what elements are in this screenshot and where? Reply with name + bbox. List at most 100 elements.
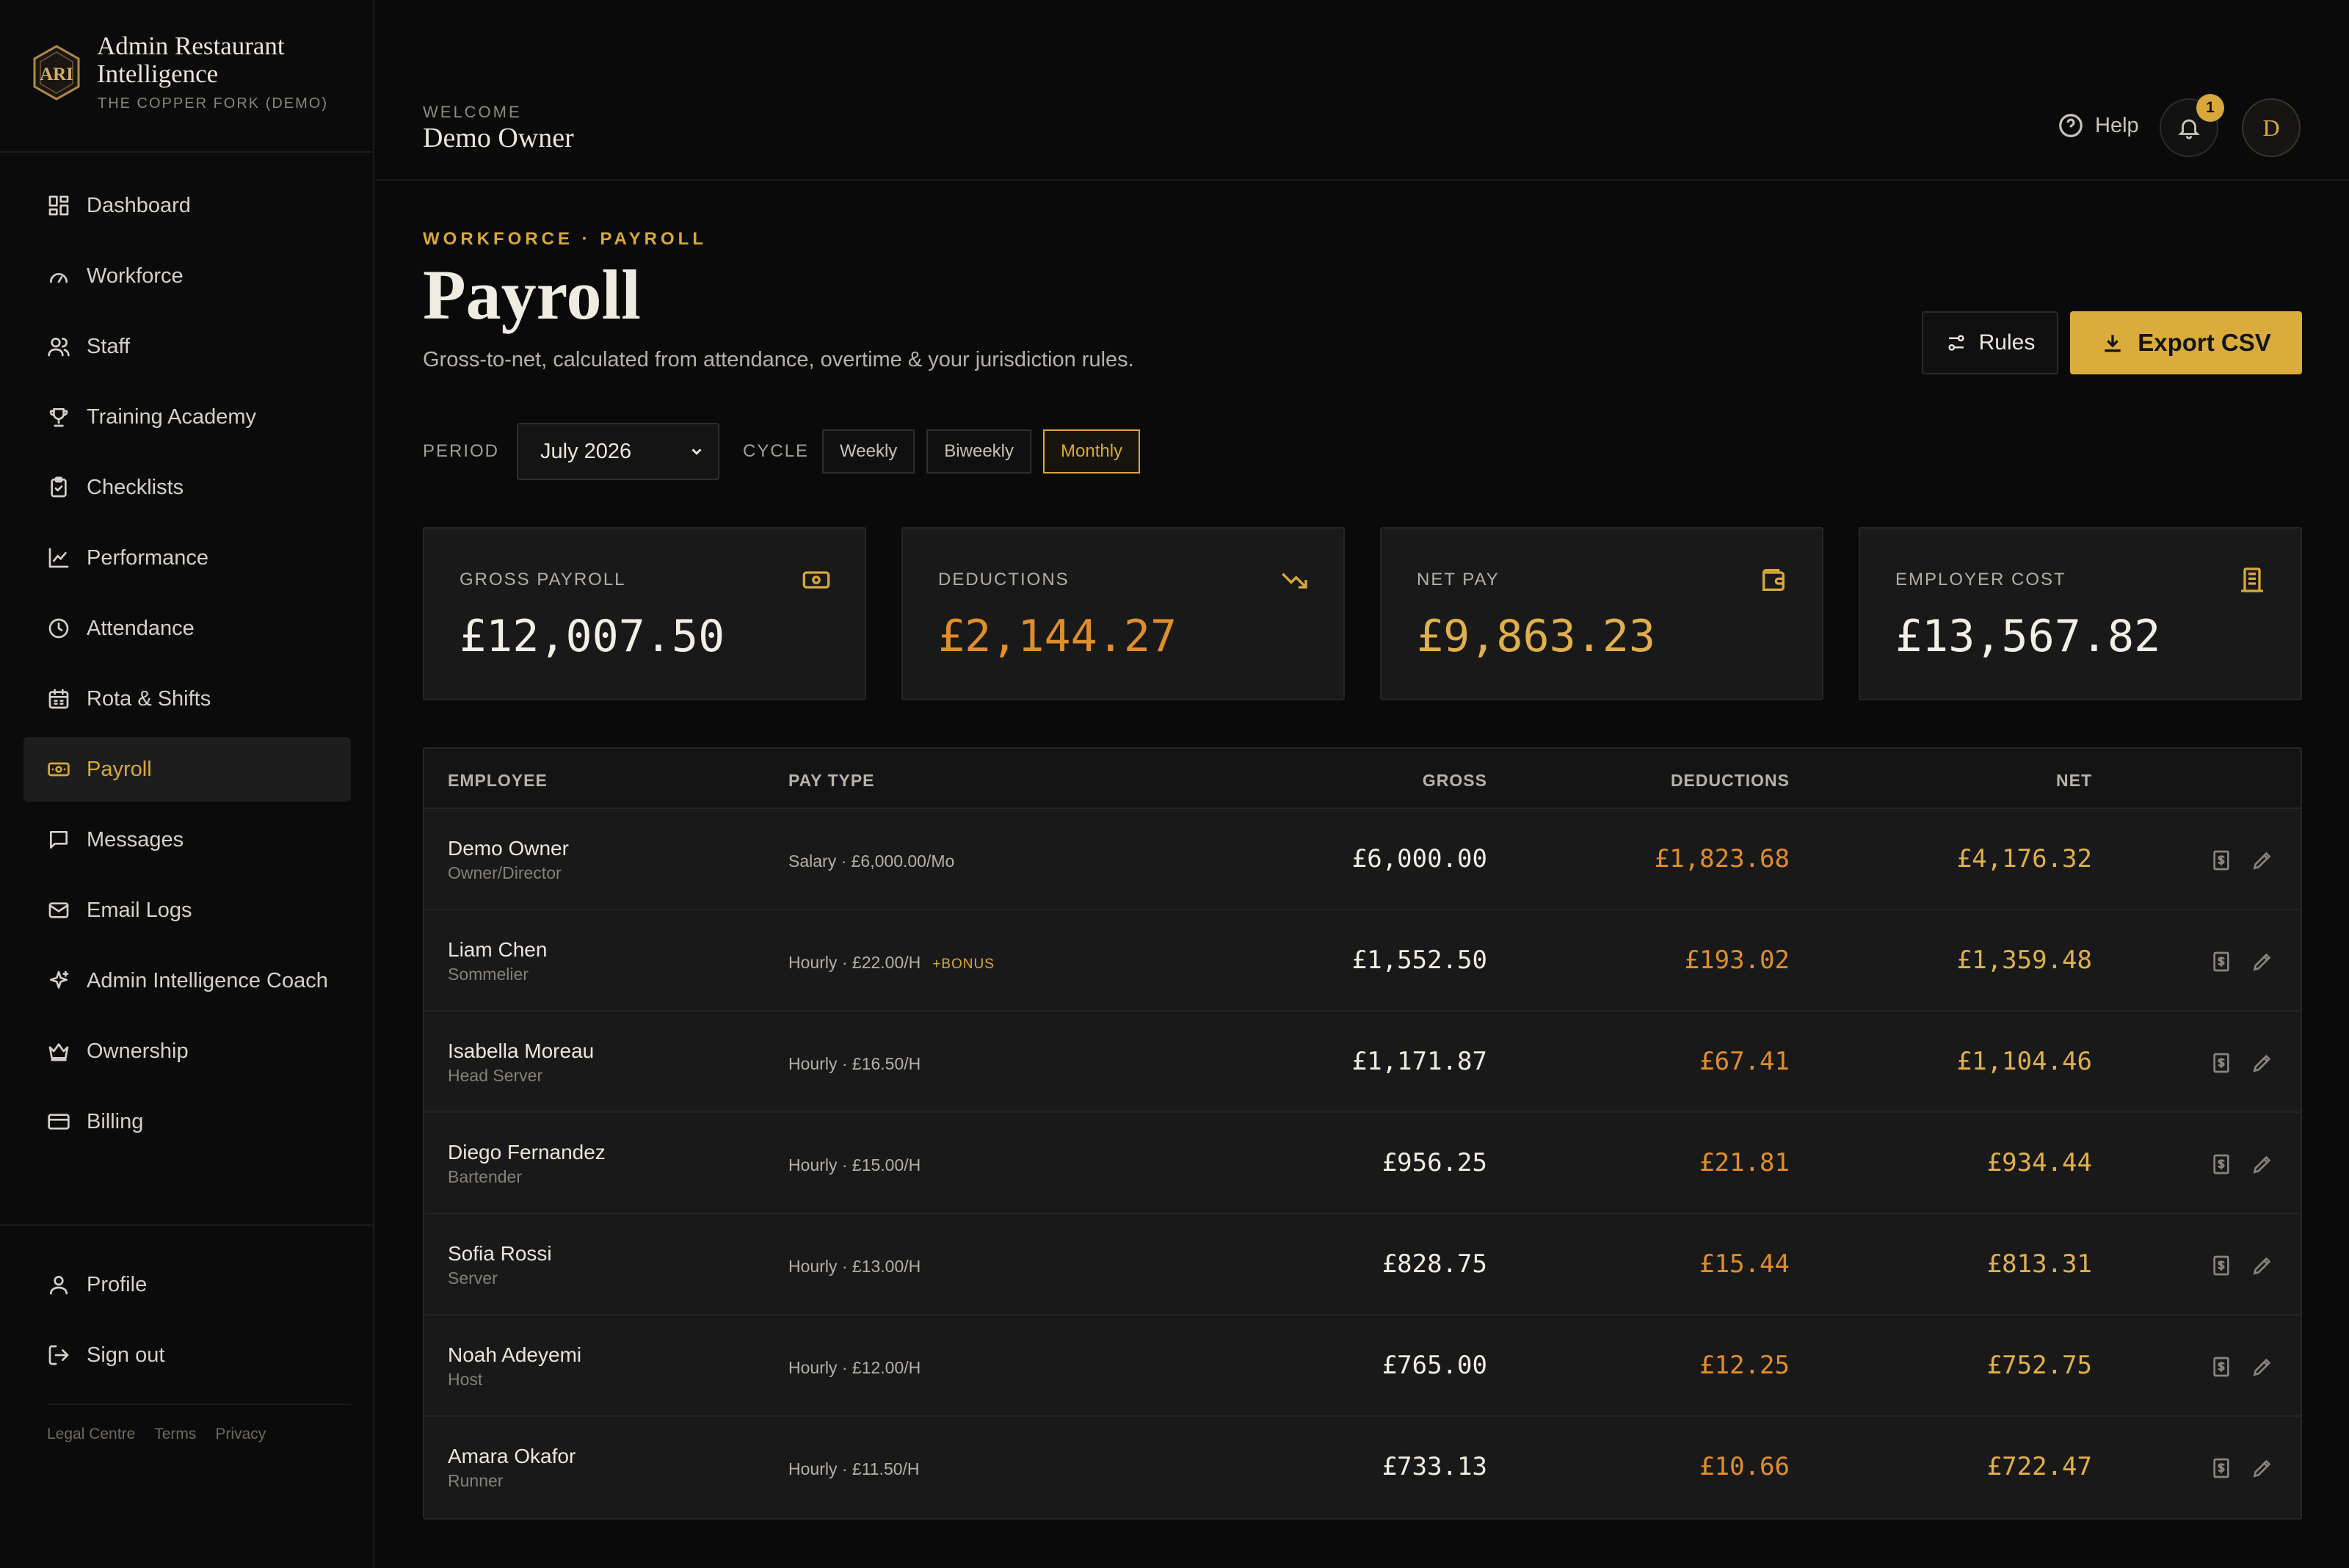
period-select[interactable]: July 2026 [517,423,720,480]
brand-name: Admin Restaurant Intelligence [97,32,285,88]
sidebar-item-performance[interactable]: Performance [23,526,351,590]
help-icon [2059,114,2083,137]
avatar[interactable]: D [2242,98,2301,157]
sidebar-item-messages[interactable]: Messages [23,807,351,872]
deductions-card: DEDUCTIONS £2,144.27 [901,527,1345,700]
sidebar-item-label: Training Academy [87,404,257,429]
sidebar-item-billing[interactable]: Billing [23,1089,351,1154]
employee-name: Liam Chen [448,938,548,961]
cycle-weekly-button[interactable]: Weekly [822,429,915,473]
pay-type-text: Hourly · £13.00/H [788,1257,921,1276]
gross-value: £733.13 [1382,1452,1487,1481]
payslip-icon[interactable] [2210,1456,2233,1480]
employee-role: Host [448,1370,483,1389]
pay-type-text: Hourly · £22.00/H [788,953,921,972]
message-icon [50,831,68,849]
table-row[interactable]: Diego Fernandez Bartender Hourly · £15.0… [424,1113,2301,1214]
cycle-biweekly-button[interactable]: Biweekly [926,429,1031,473]
export-csv-button[interactable]: Export CSV [2070,311,2302,374]
edit-pencil-icon[interactable] [2251,950,2274,973]
sidebar-item-payroll[interactable]: Payroll [23,737,351,802]
gross-payroll-card: GROSS PAYROLL £12,007.50 [423,527,866,700]
table-row[interactable]: Noah Adeyemi Host Hourly · £12.00/H £765… [424,1315,2301,1417]
sidebar-item-dashboard[interactable]: Dashboard [23,173,351,238]
brand-logo-icon: ARI [33,45,80,101]
rules-button[interactable]: Rules [1922,311,2058,374]
pay-type: Hourly · £15.00/H [788,1155,921,1175]
sliders-icon [1948,335,1964,351]
sidebar-item-label: Dashboard [87,193,191,217]
employer-cost-card: EMPLOYER COST £13,567.82 [1859,527,2302,700]
sidebar-item-label: Rota & Shifts [87,686,211,711]
card-value: £2,144.27 [938,611,1177,662]
rules-label: Rules [1978,330,2036,355]
welcome-user-name: Demo Owner [423,123,574,153]
edit-pencil-icon[interactable] [2251,1153,2274,1176]
sidebar-item-profile[interactable]: Profile [23,1252,351,1317]
payslip-icon[interactable] [2210,950,2233,973]
sidebar-item-training-academy[interactable]: Training Academy [23,385,351,449]
payslip-icon[interactable] [2210,849,2233,872]
table-row[interactable]: Demo Owner Owner/Director Salary · £6,00… [424,809,2301,910]
payslip-icon[interactable] [2210,1153,2233,1176]
edit-pencil-icon[interactable] [2251,849,2274,872]
edit-pencil-icon[interactable] [2251,1456,2274,1480]
employee-role: Head Server [448,1066,543,1085]
payslip-icon[interactable] [2210,1355,2233,1379]
sidebar-item-workforce[interactable]: Workforce [23,244,351,308]
trophy-icon [49,408,68,427]
top-header: WELCOME Demo Owner Help 1 D [376,0,2349,181]
header-net: NET [2056,771,2092,790]
sidebar-account-nav: Profile Sign out [23,1252,351,1393]
table-row[interactable]: Liam Chen Sommelier Hourly · £22.00/H +BO… [424,910,2301,1012]
payslip-icon[interactable] [2210,1051,2233,1075]
sidebar-bottom: Profile Sign out [0,1224,374,1367]
employee-name: Amara Okafor [448,1445,576,1467]
sidebar-item-rota-shifts[interactable]: Rota & Shifts [23,667,351,731]
welcome-label: WELCOME [423,103,522,121]
period-label: PERIOD [423,441,500,461]
sidebar-item-label: Sign out [87,1343,165,1367]
employee-name: Sofia Rossi [448,1242,552,1265]
sidebar-item-label: Performance [87,545,209,570]
edit-pencil-icon[interactable] [2251,1355,2274,1379]
pay-type: Hourly · £13.00/H [788,1257,921,1277]
sidebar-item-staff[interactable]: Staff [23,314,351,379]
clipboard-icon [51,476,67,498]
notifications-button[interactable]: 1 [2160,94,2224,157]
table-header: EMPLOYEE PAY TYPE GROSS DEDUCTIONS NET [424,749,2301,809]
page-title: Payroll [423,255,641,334]
sign-out-icon [48,1345,69,1365]
edit-pencil-icon[interactable] [2251,1051,2274,1075]
privacy-link[interactable]: Privacy [215,1426,266,1443]
clock-icon [48,618,69,639]
net-value: £934.44 [1986,1148,2092,1177]
payslip-icon[interactable] [2210,1254,2233,1277]
edit-pencil-icon[interactable] [2251,1254,2274,1277]
brand: ARI Admin Restaurant Intelligence THE CO… [0,0,374,153]
gross-value: £828.75 [1382,1249,1487,1279]
table-row[interactable]: Isabella Moreau Head Server Hourly · £16… [424,1012,2301,1113]
net-value: £1,104.46 [1956,1047,2092,1076]
sidebar-item-checklists[interactable]: Checklists [23,455,351,520]
gross-value: £1,171.87 [1351,1047,1487,1076]
sidebar-item-email-logs[interactable]: Email Logs [23,878,351,943]
deductions-value: £12.25 [1699,1351,1790,1380]
table-row[interactable]: Sofia Rossi Server Hourly · £13.00/H £82… [424,1214,2301,1315]
header-employee: EMPLOYEE [448,771,548,790]
help-button[interactable]: Help [2057,112,2139,139]
legal-centre-link[interactable]: Legal Centre [47,1426,135,1443]
deductions-value: £1,823.68 [1654,844,1790,874]
sidebar-item-label: Checklists [87,475,184,499]
employee-name: Isabella Moreau [448,1039,595,1062]
terms-link[interactable]: Terms [154,1426,196,1443]
cycle-monthly-button[interactable]: Monthly [1043,429,1141,473]
table-row[interactable]: Amara Okafor Runner Hourly · £11.50/H £7… [424,1417,2301,1518]
employee-role: Owner/Director [448,863,562,882]
sidebar-item-sign-out[interactable]: Sign out [23,1323,351,1387]
card-value: £13,567.82 [1895,611,2161,662]
sidebar-item-ownership[interactable]: Ownership [23,1019,351,1084]
export-label: Export CSV [2138,329,2271,356]
sidebar-item-admin-intelligence-coach[interactable]: Admin Intelligence Coach [23,948,351,1013]
sidebar-item-attendance[interactable]: Attendance [23,596,351,661]
